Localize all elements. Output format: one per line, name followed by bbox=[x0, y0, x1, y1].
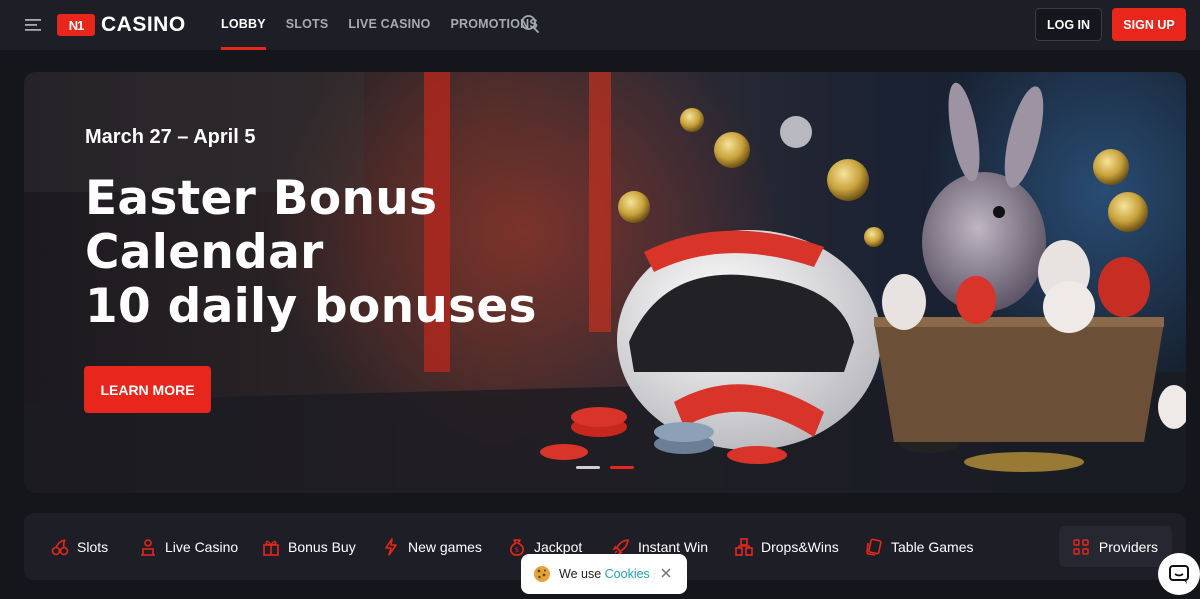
login-button[interactable]: LOG IN bbox=[1035, 8, 1102, 41]
carousel-dot-active[interactable] bbox=[610, 466, 634, 469]
rocket-icon bbox=[612, 538, 629, 556]
providers-label: Providers bbox=[1098, 538, 1159, 555]
cookie-icon bbox=[534, 566, 550, 582]
promo-banner[interactable]: March 27 – April 5 Easter Bonus Calendar… bbox=[24, 72, 1186, 493]
category-label: Slots bbox=[77, 538, 109, 555]
category-label: Instant Win bbox=[638, 538, 709, 555]
nav-lobby[interactable]: LOBBY bbox=[221, 0, 266, 50]
promo-date: March 27 – April 5 bbox=[85, 126, 256, 148]
cookie-message: We use bbox=[559, 567, 602, 581]
chat-icon bbox=[1169, 565, 1189, 584]
carousel-dot[interactable] bbox=[576, 466, 600, 469]
providers-button[interactable]: Providers bbox=[1059, 526, 1172, 567]
category-slots[interactable]: Slots bbox=[51, 513, 108, 580]
main-nav: LOBBY SLOTS LIVE CASINO PROMOTIONS bbox=[221, 0, 538, 50]
grid-icon bbox=[1073, 538, 1089, 555]
menu-icon[interactable] bbox=[24, 15, 44, 35]
money-bag-icon: $ bbox=[510, 538, 524, 556]
category-label: New games bbox=[408, 538, 482, 555]
category-label: Jackpot bbox=[534, 538, 583, 555]
category-table-games[interactable]: Table Games bbox=[865, 513, 973, 580]
chat-button[interactable] bbox=[1158, 553, 1200, 595]
cookie-link[interactable]: Cookies bbox=[605, 567, 650, 581]
cherries-icon bbox=[51, 538, 69, 555]
nav-slots[interactable]: SLOTS bbox=[286, 0, 329, 50]
search-icon[interactable] bbox=[520, 14, 540, 34]
category-label: Table Games bbox=[891, 538, 974, 555]
signup-button[interactable]: SIGN UP bbox=[1112, 8, 1186, 41]
promo-title-line: 10 daily bonuses bbox=[85, 279, 537, 334]
site-logo[interactable]: N1 CASINO bbox=[57, 13, 186, 37]
promo-title-line: Calendar bbox=[85, 225, 324, 280]
category-label: Drops&Wins bbox=[761, 538, 839, 555]
cards-icon bbox=[866, 538, 882, 556]
category-new-games[interactable]: New games bbox=[382, 513, 482, 580]
dealer-icon bbox=[141, 538, 155, 556]
logo-mark: N1 bbox=[57, 14, 95, 36]
logo-text: CASINO bbox=[101, 13, 186, 36]
cookie-text: We use Cookies bbox=[559, 567, 650, 581]
lightning-icon bbox=[385, 537, 397, 556]
category-live-casino[interactable]: Live Casino bbox=[139, 513, 238, 580]
carousel-dots bbox=[576, 466, 634, 469]
promo-title: Easter Bonus Calendar 10 daily bonuses bbox=[85, 172, 645, 334]
category-drops-wins[interactable]: Drops&Wins bbox=[735, 513, 839, 580]
boxes-icon bbox=[735, 537, 753, 556]
category-bonus-buy[interactable]: Bonus Buy bbox=[262, 513, 356, 580]
top-header: N1 CASINO LOBBY SLOTS LIVE CASINO PROMOT… bbox=[0, 0, 1200, 50]
svg-text:$: $ bbox=[515, 546, 519, 554]
category-label: Live Casino bbox=[165, 538, 239, 555]
nav-live-casino[interactable]: LIVE CASINO bbox=[348, 0, 430, 50]
learn-more-button[interactable]: LEARN MORE bbox=[84, 366, 211, 413]
cookie-notice: We use Cookies bbox=[521, 554, 687, 594]
gift-icon bbox=[263, 540, 279, 556]
close-icon[interactable] bbox=[659, 566, 673, 580]
category-label: Bonus Buy bbox=[288, 538, 356, 555]
promo-title-line: Easter Bonus bbox=[85, 171, 438, 226]
